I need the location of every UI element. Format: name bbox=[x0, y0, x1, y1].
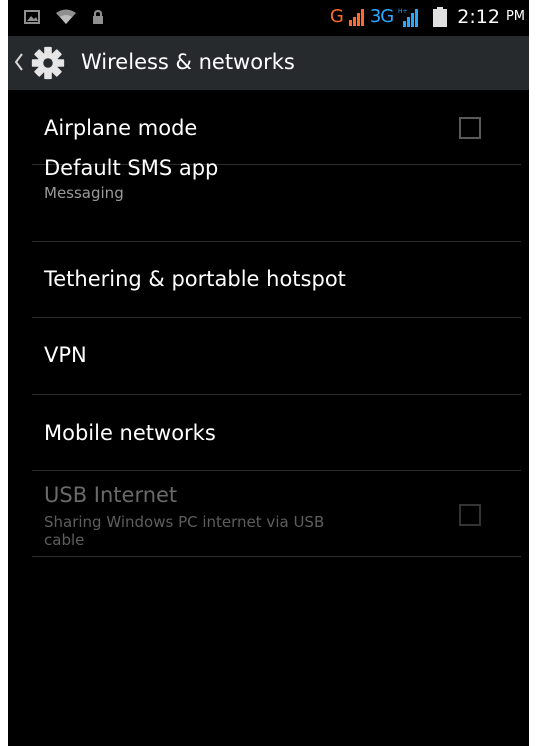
usb-internet-summary-line1: Sharing Windows PC internet via USB bbox=[44, 513, 325, 531]
lock-icon bbox=[93, 10, 103, 24]
settings-gear-icon bbox=[31, 46, 65, 80]
airplane-mode-title: Airplane mode bbox=[44, 116, 198, 140]
android-screen: G 3G H+ 2:12 PM Wireless & networks Airp… bbox=[8, 0, 529, 746]
tethering-title: Tethering & portable hotspot bbox=[44, 267, 346, 291]
signal-strength-3g-icon: H+ bbox=[398, 8, 419, 27]
tethering-hotspot-item[interactable]: Tethering & portable hotspot bbox=[32, 242, 521, 318]
settings-list: Airplane mode Default SMS app Messaging … bbox=[8, 90, 529, 557]
vpn-title: VPN bbox=[44, 343, 87, 367]
usb-internet-summary-line2: cable bbox=[44, 531, 85, 549]
usb-internet-title: USB Internet bbox=[44, 483, 178, 507]
action-bar: Wireless & networks bbox=[8, 36, 529, 90]
airplane-mode-item[interactable]: Airplane mode bbox=[32, 90, 521, 165]
usb-internet-checkbox bbox=[459, 504, 481, 526]
default-sms-app-item[interactable]: Default SMS app Messaging bbox=[32, 156, 521, 242]
svg-text:H+: H+ bbox=[398, 8, 408, 15]
signal-strength-icon bbox=[348, 9, 364, 26]
battery-icon bbox=[433, 7, 448, 27]
network-type-g: G bbox=[329, 6, 344, 27]
chevron-left-icon bbox=[14, 53, 23, 71]
clock-ampm: PM bbox=[505, 9, 525, 24]
image-notification-icon bbox=[24, 10, 40, 24]
network-type-3g: 3G bbox=[369, 6, 394, 27]
default-sms-title: Default SMS app bbox=[44, 156, 219, 180]
mobile-networks-item[interactable]: Mobile networks bbox=[32, 395, 521, 471]
status-bar: G 3G H+ 2:12 PM bbox=[8, 0, 529, 36]
airplane-mode-checkbox[interactable] bbox=[459, 117, 481, 139]
up-navigation-button[interactable] bbox=[8, 36, 76, 90]
wifi-icon bbox=[56, 9, 76, 24]
notification-icons bbox=[24, 9, 104, 25]
mobile-networks-title: Mobile networks bbox=[44, 421, 216, 445]
screen-title: Wireless & networks bbox=[81, 50, 295, 74]
clock-time: 2:12 bbox=[457, 6, 500, 28]
usb-internet-item: USB Internet Sharing Windows PC internet… bbox=[32, 471, 521, 557]
vpn-item[interactable]: VPN bbox=[32, 318, 521, 395]
default-sms-summary: Messaging bbox=[44, 184, 124, 202]
system-status-icons: G 3G H+ 2:12 PM bbox=[330, 6, 525, 28]
